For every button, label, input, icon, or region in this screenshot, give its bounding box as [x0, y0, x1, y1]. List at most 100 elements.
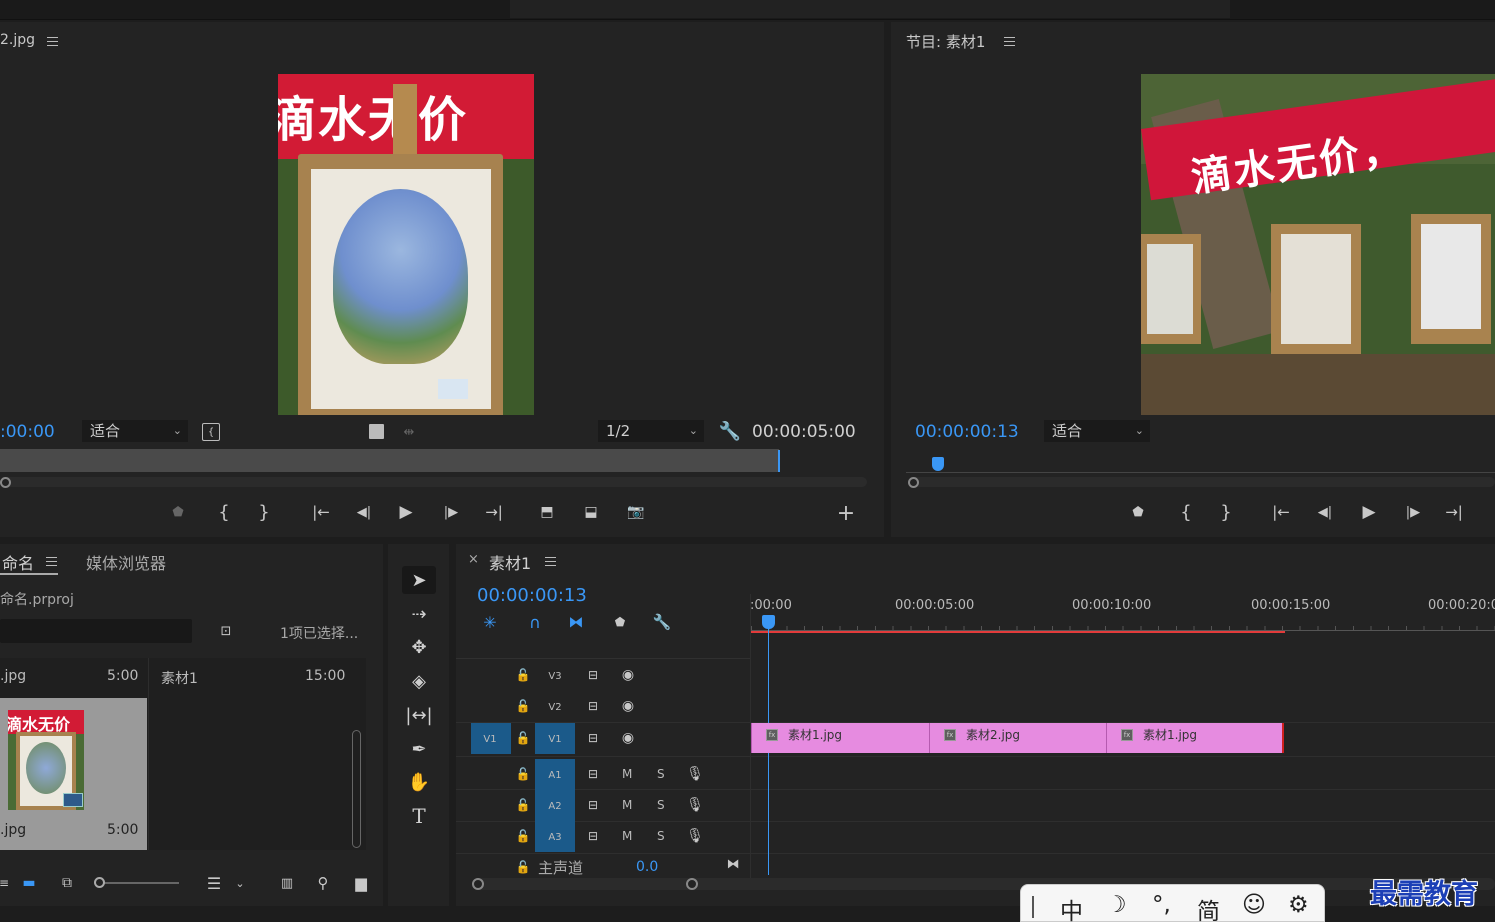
ripple-edit-tool-icon[interactable]: ✥ [402, 633, 436, 661]
list-view-icon[interactable]: ≡ [0, 874, 9, 892]
emoji-icon[interactable]: ☺ [1242, 892, 1266, 918]
project-search-input[interactable] [0, 619, 192, 643]
freeform-view-icon[interactable]: ⧉ [55, 874, 79, 892]
wrench-icon[interactable]: 🔧 [652, 613, 672, 631]
microphone-icon[interactable]: 🎙 [686, 796, 704, 814]
project-item-name[interactable]: .jpg [0, 668, 26, 684]
nest-icon[interactable]: ✳ [481, 613, 499, 632]
lock-icon[interactable]: 🔓 [516, 859, 531, 875]
ime-drag-handle[interactable] [1032, 896, 1034, 918]
program-playhead-marker[interactable] [932, 457, 944, 471]
hand-tool-icon[interactable]: ✋ [402, 768, 436, 796]
panel-menu-icon[interactable] [46, 557, 57, 566]
lock-icon[interactable]: 🔓 [516, 698, 531, 714]
lock-icon[interactable]: 🔓 [516, 766, 531, 782]
program-timebar[interactable] [906, 459, 1495, 473]
sync-lock-icon[interactable]: ⊟ [585, 797, 601, 813]
add-marker-icon[interactable]: ⬟ [613, 614, 627, 630]
automate-to-sequence-icon[interactable]: ▥ [276, 874, 298, 892]
find-icon[interactable]: ⚲ [314, 874, 332, 892]
source-monitor-title[interactable]: 2.jpg [0, 32, 35, 48]
overwrite-icon[interactable]: ⬓ [579, 502, 603, 522]
timeline-clip[interactable]: fx 素材1.jpg [1106, 723, 1284, 753]
program-fit-dropdown[interactable]: 适合 ⌄ [1044, 420, 1150, 442]
timeline-zoom-scrollbar[interactable] [472, 878, 1495, 890]
project-thumbnail-tile[interactable]: 滴水无价 .jpg 5:00 [0, 698, 147, 850]
track-label-v2[interactable]: V2 [544, 692, 566, 722]
snap-icon[interactable]: ∩ [526, 613, 544, 632]
timeline-clip[interactable]: fx 素材1.jpg [751, 723, 929, 753]
step-back-icon[interactable]: ◀| [1315, 502, 1335, 522]
track-label-a2[interactable]: A2 [544, 791, 566, 821]
track-label-v1[interactable]: V1 [544, 724, 566, 754]
project-scrollbar[interactable] [352, 730, 361, 848]
work-area-bar[interactable] [751, 631, 1285, 633]
source-timecode[interactable]: :00:00 [0, 422, 55, 442]
step-back-icon[interactable]: ◀| [354, 502, 374, 522]
lock-icon[interactable]: 🔓 [516, 667, 531, 683]
linked-selection-icon[interactable]: ⧓ [566, 613, 586, 631]
panel-menu-icon[interactable] [1004, 37, 1015, 46]
solo-button[interactable]: S [657, 767, 665, 781]
settings-gear-icon[interactable]: ⚙ [1288, 892, 1309, 918]
mark-out-icon[interactable]: } [255, 502, 273, 523]
add-button-icon[interactable]: + [836, 501, 856, 526]
wrench-icon[interactable]: 🔧 [719, 421, 741, 442]
tab-media-browser[interactable]: 媒体浏览器 [86, 550, 166, 574]
timeline-clip[interactable]: fx 素材2.jpg [929, 723, 1106, 753]
program-zoom-bar[interactable] [908, 477, 1495, 488]
go-to-in-icon[interactable]: |← [1271, 502, 1291, 522]
solo-button[interactable]: S [657, 829, 665, 843]
lock-icon[interactable]: 🔓 [516, 730, 531, 746]
program-timecode[interactable]: 00:00:00:13 [915, 422, 1019, 442]
step-forward-icon[interactable]: |▶ [441, 502, 461, 522]
tab-project[interactable]: 命名 [2, 550, 34, 574]
step-forward-icon[interactable]: |▶ [1403, 502, 1423, 522]
timeline-playhead[interactable] [762, 615, 775, 629]
go-to-out-icon[interactable]: →| [1444, 502, 1464, 522]
sync-lock-icon[interactable]: ⊟ [585, 766, 601, 782]
mark-in-icon[interactable]: { [1177, 502, 1195, 523]
sync-lock-icon[interactable]: ⊟ [585, 667, 601, 683]
thumbnail-size-slider[interactable] [94, 877, 179, 888]
insert-overwrite-icon[interactable]: ⇹ [400, 423, 418, 441]
mute-button[interactable]: M [622, 767, 632, 781]
source-playhead-marker[interactable] [778, 450, 780, 472]
timeline-sequence-tab[interactable]: 素材1 [489, 550, 531, 574]
mark-in-icon[interactable]: { [215, 502, 233, 523]
export-frame-icon[interactable] [369, 424, 384, 439]
selection-tool-icon[interactable]: ➤ [402, 566, 436, 594]
new-bin-icon[interactable]: ▆ [351, 874, 371, 892]
ime-chinese-mode[interactable]: 中 [1060, 892, 1083, 922]
panel-menu-icon[interactable] [545, 557, 556, 566]
track-label-v3[interactable]: V3 [544, 661, 566, 691]
camera-icon[interactable]: 📷 [625, 502, 647, 522]
timeline-timecode[interactable]: 00:00:00:13 [477, 585, 587, 606]
type-tool-icon[interactable]: T [402, 802, 436, 830]
play-icon[interactable]: ▶ [1359, 502, 1379, 522]
source-fit-dropdown[interactable]: 适合 ⌄ [82, 420, 188, 442]
go-to-end-icon[interactable]: ⧓ [724, 855, 742, 873]
microphone-icon[interactable]: 🎙 [686, 827, 704, 845]
mark-out-icon[interactable]: } [1217, 502, 1235, 523]
razor-tool-icon[interactable]: ◈ [402, 667, 436, 695]
safe-margins-icon[interactable]: { [202, 423, 220, 441]
program-monitor-title[interactable]: 节目: 素材1 [906, 31, 985, 52]
eye-icon[interactable]: ◉ [618, 730, 638, 746]
eye-icon[interactable]: ◉ [618, 698, 638, 714]
play-icon[interactable]: ▶ [396, 502, 416, 522]
sync-lock-icon[interactable]: ⊟ [585, 828, 601, 844]
source-resolution-dropdown[interactable]: 1/2 ⌄ [598, 420, 704, 442]
master-volume-value[interactable]: 0.0 [636, 859, 658, 875]
source-zoom-bar[interactable] [0, 477, 867, 488]
icon-view-icon[interactable]: ▬ [21, 875, 37, 891]
go-to-out-icon[interactable]: →| [484, 502, 504, 522]
pen-tool-icon[interactable]: ✒ [402, 735, 436, 763]
lock-icon[interactable]: 🔓 [516, 828, 531, 844]
lock-icon[interactable]: 🔓 [516, 797, 531, 813]
eye-icon[interactable]: ◉ [618, 667, 638, 683]
sync-lock-icon[interactable]: ⊟ [585, 730, 601, 746]
ime-simplified-mode[interactable]: 简 [1197, 892, 1220, 922]
track-label-a1[interactable]: A1 [544, 760, 566, 790]
mute-button[interactable]: M [622, 829, 632, 843]
